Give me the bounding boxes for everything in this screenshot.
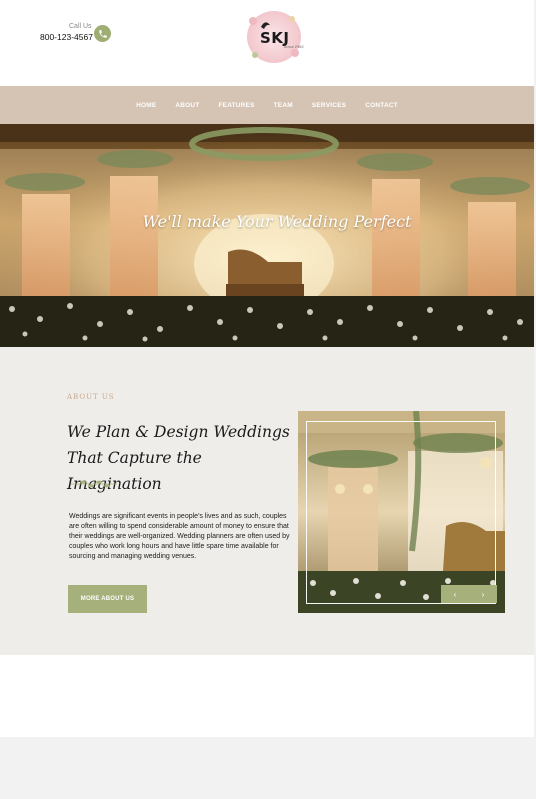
- page: Call Us 800-123-4567 SKJ Since 1982 HOME…: [0, 0, 534, 799]
- hero-banner: We'll make Your Wedding Perfect: [0, 124, 534, 347]
- hero-image: [0, 124, 534, 347]
- phone-number-link[interactable]: 800-123-4567: [40, 32, 93, 42]
- chevron-left-icon[interactable]: ‹: [441, 585, 469, 603]
- image-frame: [306, 421, 496, 604]
- chevron-right-icon[interactable]: ›: [469, 585, 497, 603]
- slider-controls: ‹ ›: [441, 585, 497, 603]
- about-body: Weddings are significant events in peopl…: [69, 513, 290, 560]
- about-title-line-1: We Plan & Design Weddings: [67, 423, 290, 441]
- about-image-slider: ‹ ›: [298, 411, 505, 613]
- site-header: Call Us 800-123-4567 SKJ Since 1982: [0, 0, 534, 86]
- call-us-label: Call Us: [69, 23, 92, 30]
- floral-divider-icon: [71, 480, 117, 488]
- nav-item-features[interactable]: FEATURES: [218, 102, 254, 109]
- nav-item-home[interactable]: HOME: [136, 102, 156, 109]
- hero-title: We'll make Your Wedding Perfect: [142, 212, 412, 231]
- about-kicker: ABOUT US: [67, 393, 115, 401]
- logo-since-text: Since 1982: [284, 45, 304, 49]
- nav-item-about[interactable]: ABOUT: [175, 102, 199, 109]
- more-about-us-button[interactable]: MORE ABOUT US: [68, 585, 147, 613]
- nav-item-contact[interactable]: CONTACT: [365, 102, 398, 109]
- phone-icon[interactable]: [94, 25, 111, 42]
- footer-band: [0, 737, 536, 799]
- about-section: ABOUT US We Plan & Design Weddings That …: [0, 347, 534, 655]
- nav-item-services[interactable]: SERVICES: [312, 102, 346, 109]
- nav-item-team[interactable]: TEAM: [274, 102, 293, 109]
- main-nav: HOME ABOUT FEATURES TEAM SERVICES CONTAC…: [0, 86, 534, 124]
